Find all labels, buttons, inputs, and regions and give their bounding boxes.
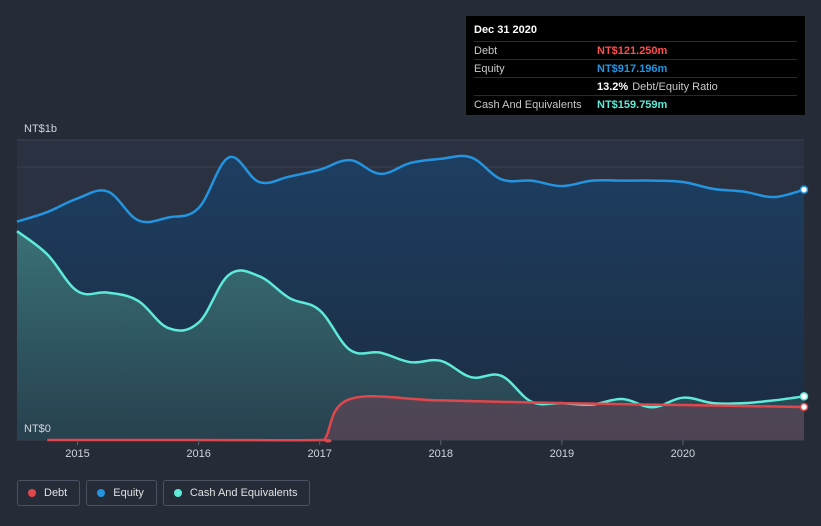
tooltip-debt-value: NT$121.250m bbox=[597, 44, 668, 57]
tooltip-ratio-value: 13.2% bbox=[597, 80, 629, 93]
tooltip-cash-value: NT$159.759m bbox=[597, 98, 668, 111]
tooltip-debt-label: Debt bbox=[474, 44, 498, 57]
x-tick-label: 2015 bbox=[65, 448, 89, 460]
x-tick-label: 2018 bbox=[429, 448, 453, 460]
legend-dot-equity bbox=[97, 489, 106, 497]
chart-legend: Debt Equity Cash And Equivalents bbox=[17, 480, 311, 506]
x-tick-label: 2017 bbox=[307, 448, 331, 460]
tooltip-equity-label: Equity bbox=[474, 62, 505, 75]
y-axis-bottom-label: NT$0 bbox=[24, 423, 51, 435]
x-tick-label: 2020 bbox=[671, 448, 695, 460]
x-tick-label: 2019 bbox=[550, 448, 574, 460]
legend-item-cash[interactable]: Cash And Equivalents bbox=[162, 480, 311, 506]
legend-label-cash: Cash And Equivalents bbox=[189, 487, 298, 499]
tooltip-ratio-label: Debt/Equity Ratio bbox=[632, 80, 718, 93]
data-tooltip: Dec 31 2020 Debt NT$121.250m Equity NT$9… bbox=[466, 16, 805, 115]
x-axis-ticks: 2015 2016 2017 2018 2019 2020 bbox=[65, 440, 695, 460]
tooltip-row-cash: Cash And Equivalents NT$159.759m bbox=[474, 95, 797, 113]
y-axis-top-label: NT$1b bbox=[24, 123, 57, 135]
legend-dot-cash bbox=[173, 489, 182, 497]
tooltip-equity-value: NT$917.196m bbox=[597, 62, 668, 75]
legend-dot-debt bbox=[28, 489, 36, 497]
equity-end-marker bbox=[799, 185, 809, 194]
debt-end-marker bbox=[799, 402, 809, 412]
x-tick-label: 2016 bbox=[186, 448, 210, 460]
tooltip-row-equity: Equity NT$917.196m bbox=[474, 59, 797, 77]
legend-label-equity: Equity bbox=[113, 487, 144, 499]
legend-item-debt[interactable]: Debt bbox=[17, 480, 81, 506]
tooltip-row-debt: Debt NT$121.250m bbox=[474, 41, 797, 59]
cash-end-marker bbox=[799, 392, 809, 401]
legend-label-debt: Debt bbox=[44, 487, 68, 499]
tooltip-cash-label: Cash And Equivalents bbox=[474, 98, 582, 111]
legend-item-equity[interactable]: Equity bbox=[86, 480, 157, 506]
tooltip-date: Dec 31 2020 bbox=[474, 24, 537, 36]
tooltip-row-ratio: 13.2% Debt/Equity Ratio bbox=[474, 77, 797, 95]
